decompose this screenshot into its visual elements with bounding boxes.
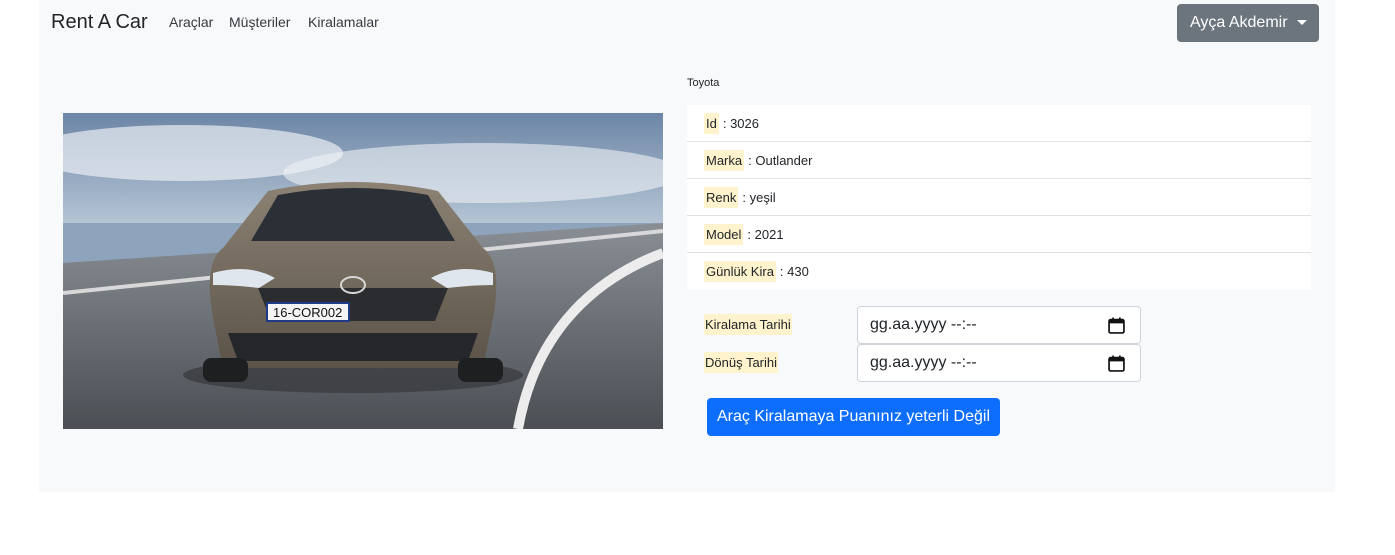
car-image: 16-COR002 [63, 113, 663, 429]
navbar-brand[interactable]: Rent A Car [51, 11, 148, 34]
detail-key: Marka [704, 149, 745, 171]
detail-value: : yeşil [742, 189, 776, 205]
detail-row-daily-rate: Günlük Kira : 430 [687, 253, 1311, 290]
user-name: Ayça Akdemir [1190, 14, 1288, 31]
return-date-input[interactable]: gg.aa.yyyy --:-- [857, 344, 1141, 382]
calendar-icon[interactable] [1108, 317, 1125, 334]
car-brand-label: Toyota [687, 77, 720, 89]
navbar: Rent A Car Araçlar Müşteriler Kiralamala… [39, 0, 1335, 46]
detail-row-id: Id : 3026 [687, 105, 1311, 142]
detail-key: Renk [704, 186, 739, 208]
detail-key: Model [704, 223, 744, 245]
return-date-label: Dönüş Tarihi [704, 352, 779, 373]
detail-row-brand: Marka : Outlander [687, 142, 1311, 179]
detail-value: : 2021 [747, 226, 784, 242]
detail-value: : 3026 [722, 115, 759, 131]
main-container: Rent A Car Araçlar Müşteriler Kiralamala… [39, 0, 1335, 492]
rent-date-label: Kiralama Tarihi [704, 314, 792, 335]
nav-link-rentals[interactable]: Kiralamalar [308, 14, 379, 30]
rent-date-input[interactable]: gg.aa.yyyy --:-- [857, 306, 1141, 344]
calendar-icon[interactable] [1108, 355, 1125, 372]
detail-key: Id [704, 112, 719, 134]
detail-value: : 430 [779, 264, 809, 279]
caret-down-icon [1296, 19, 1307, 25]
rent-date-value: gg.aa.yyyy --:-- [870, 316, 977, 333]
nav-link-customers[interactable]: Müşteriler [229, 14, 290, 30]
nav-link-vehicles[interactable]: Araçlar [169, 14, 213, 30]
detail-key: Günlük Kira [704, 261, 776, 282]
car-details-list: Id : 3026 Marka : Outlander Renk : yeşil… [687, 105, 1311, 290]
detail-row-model: Model : 2021 [687, 216, 1311, 253]
license-plate-text: 16-COR002 [273, 305, 342, 320]
user-menu-button[interactable]: Ayça Akdemir [1177, 4, 1319, 42]
detail-row-color: Renk : yeşil [687, 179, 1311, 216]
rent-submit-button[interactable]: Araç Kiralamaya Puanınız yeterli Değil [707, 398, 1000, 436]
return-date-value: gg.aa.yyyy --:-- [870, 354, 977, 371]
detail-value: : Outlander [748, 152, 813, 168]
